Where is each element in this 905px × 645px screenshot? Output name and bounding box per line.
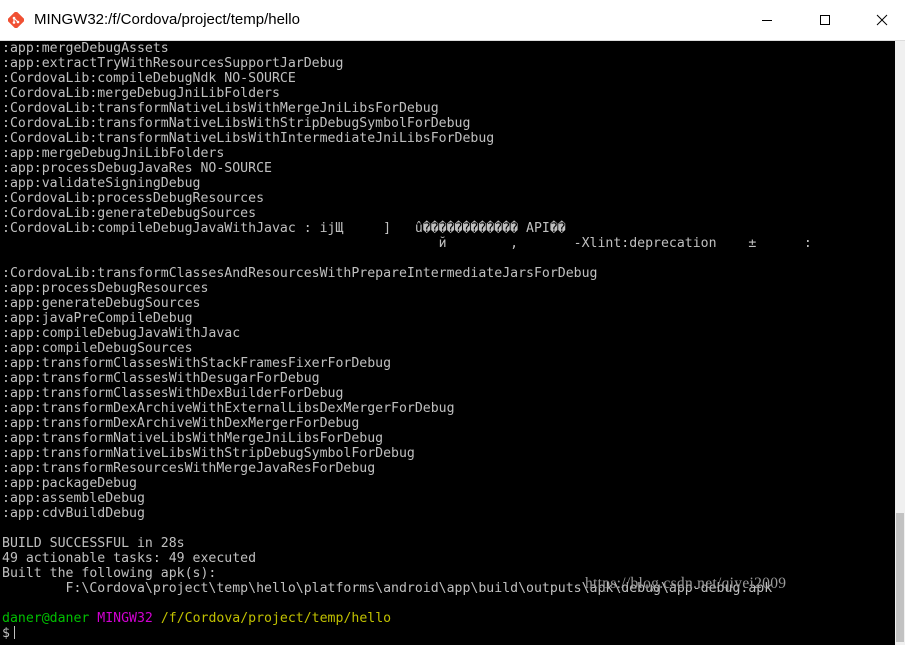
terminal-line: :app:transformResourcesWithMergeJavaResF… <box>2 461 376 476</box>
title-bar[interactable]: MINGW32:/f/Cordova/project/temp/hello <box>0 0 905 41</box>
watermark: https://blog.csdn.net/qiyei2009 <box>585 575 787 592</box>
close-icon <box>876 14 888 26</box>
terminal-line: :app:validateSigningDebug <box>2 176 201 191</box>
maximize-button[interactable] <box>802 0 848 40</box>
terminal-output[interactable]: :app:mergeDebugAssets:app:extractTryWith… <box>0 41 895 645</box>
terminal-line: :app:transformClassesWithStackFramesFixe… <box>2 356 392 371</box>
terminal-line: :CordovaLib:transformNativeLibsWithStrip… <box>2 116 471 131</box>
vertical-scrollbar[interactable] <box>895 41 905 645</box>
terminal-line: :app:transformClassesWithDesugarForDebug <box>2 371 320 386</box>
window-title: MINGW32:/f/Cordova/project/temp/hello <box>34 11 300 28</box>
terminal-line: 49 actionable tasks: 49 executed <box>2 551 257 566</box>
minimize-icon <box>762 20 772 21</box>
prompt-line: daner@daner MINGW32 /f/Cordova/project/t… <box>2 611 391 626</box>
terminal-line: :app:mergeDebugAssets <box>2 41 169 56</box>
terminal-line: :app:compileDebugSources <box>2 341 193 356</box>
terminal-line: :app:transformNativeLibsWithMergeJniLibs… <box>2 431 384 446</box>
terminal-line: Built the following apk(s): <box>2 566 217 581</box>
terminal-line: BUILD SUCCESSFUL in 28s <box>2 536 185 551</box>
terminal-line: :app:processDebugResources <box>2 281 209 296</box>
scrollbar-thumb[interactable] <box>896 513 904 642</box>
prompt-host: MINGW32 <box>97 611 153 626</box>
prompt-user: daner@daner <box>2 611 90 626</box>
terminal-line: :CordovaLib:generateDebugSources <box>2 206 257 221</box>
terminal-line: :CordovaLib:transformClassesAndResources… <box>2 266 598 281</box>
terminal-line: :app:cdvBuildDebug <box>2 506 145 521</box>
terminal-line: :CordovaLib:compileDebugJavaWithJavac : … <box>2 221 566 236</box>
terminal-line: :app:extractTryWithResourcesSupportJarDe… <box>2 56 344 71</box>
terminal-line: :app:javaPreCompileDebug <box>2 311 193 326</box>
close-button[interactable] <box>859 0 905 40</box>
terminal-line: :CordovaLib:processDebugResources <box>2 191 265 206</box>
prompt-path: /f/Cordova/project/temp/hello <box>160 611 392 626</box>
git-bash-icon <box>8 12 24 28</box>
text-cursor <box>13 626 15 639</box>
terminal-line: й , -Xlint:deprecation ± : <box>2 236 812 251</box>
terminal-line: :app:processDebugJavaRes NO-SOURCE <box>2 161 272 176</box>
terminal-line: :app:compileDebugJavaWithJavac <box>2 326 241 341</box>
terminal-line: :app:generateDebugSources <box>2 296 201 311</box>
prompt-symbol: $ <box>2 626 10 641</box>
maximize-icon <box>820 15 830 25</box>
minimize-button[interactable] <box>744 0 790 40</box>
terminal-line: :CordovaLib:transformNativeLibsWithInter… <box>2 131 495 146</box>
terminal-line: :app:transformClassesWithDexBuilderForDe… <box>2 386 344 401</box>
terminal-line: :app:transformDexArchiveWithDexMergerFor… <box>2 416 360 431</box>
terminal-line: :app:mergeDebugJniLibFolders <box>2 146 225 161</box>
terminal-line: :CordovaLib:compileDebugNdk NO-SOURCE <box>2 71 296 86</box>
terminal-line: :app:transformDexArchiveWithExternalLibs… <box>2 401 455 416</box>
terminal-line: :app:transformNativeLibsWithStripDebugSy… <box>2 446 415 461</box>
terminal-line: :app:packageDebug <box>2 476 137 491</box>
terminal-line: :CordovaLib:transformNativeLibsWithMerge… <box>2 101 439 116</box>
terminal-line: :CordovaLib:mergeDebugJniLibFolders <box>2 86 280 101</box>
terminal-line: :app:assembleDebug <box>2 491 145 506</box>
command-input-line[interactable]: $ <box>2 626 15 641</box>
